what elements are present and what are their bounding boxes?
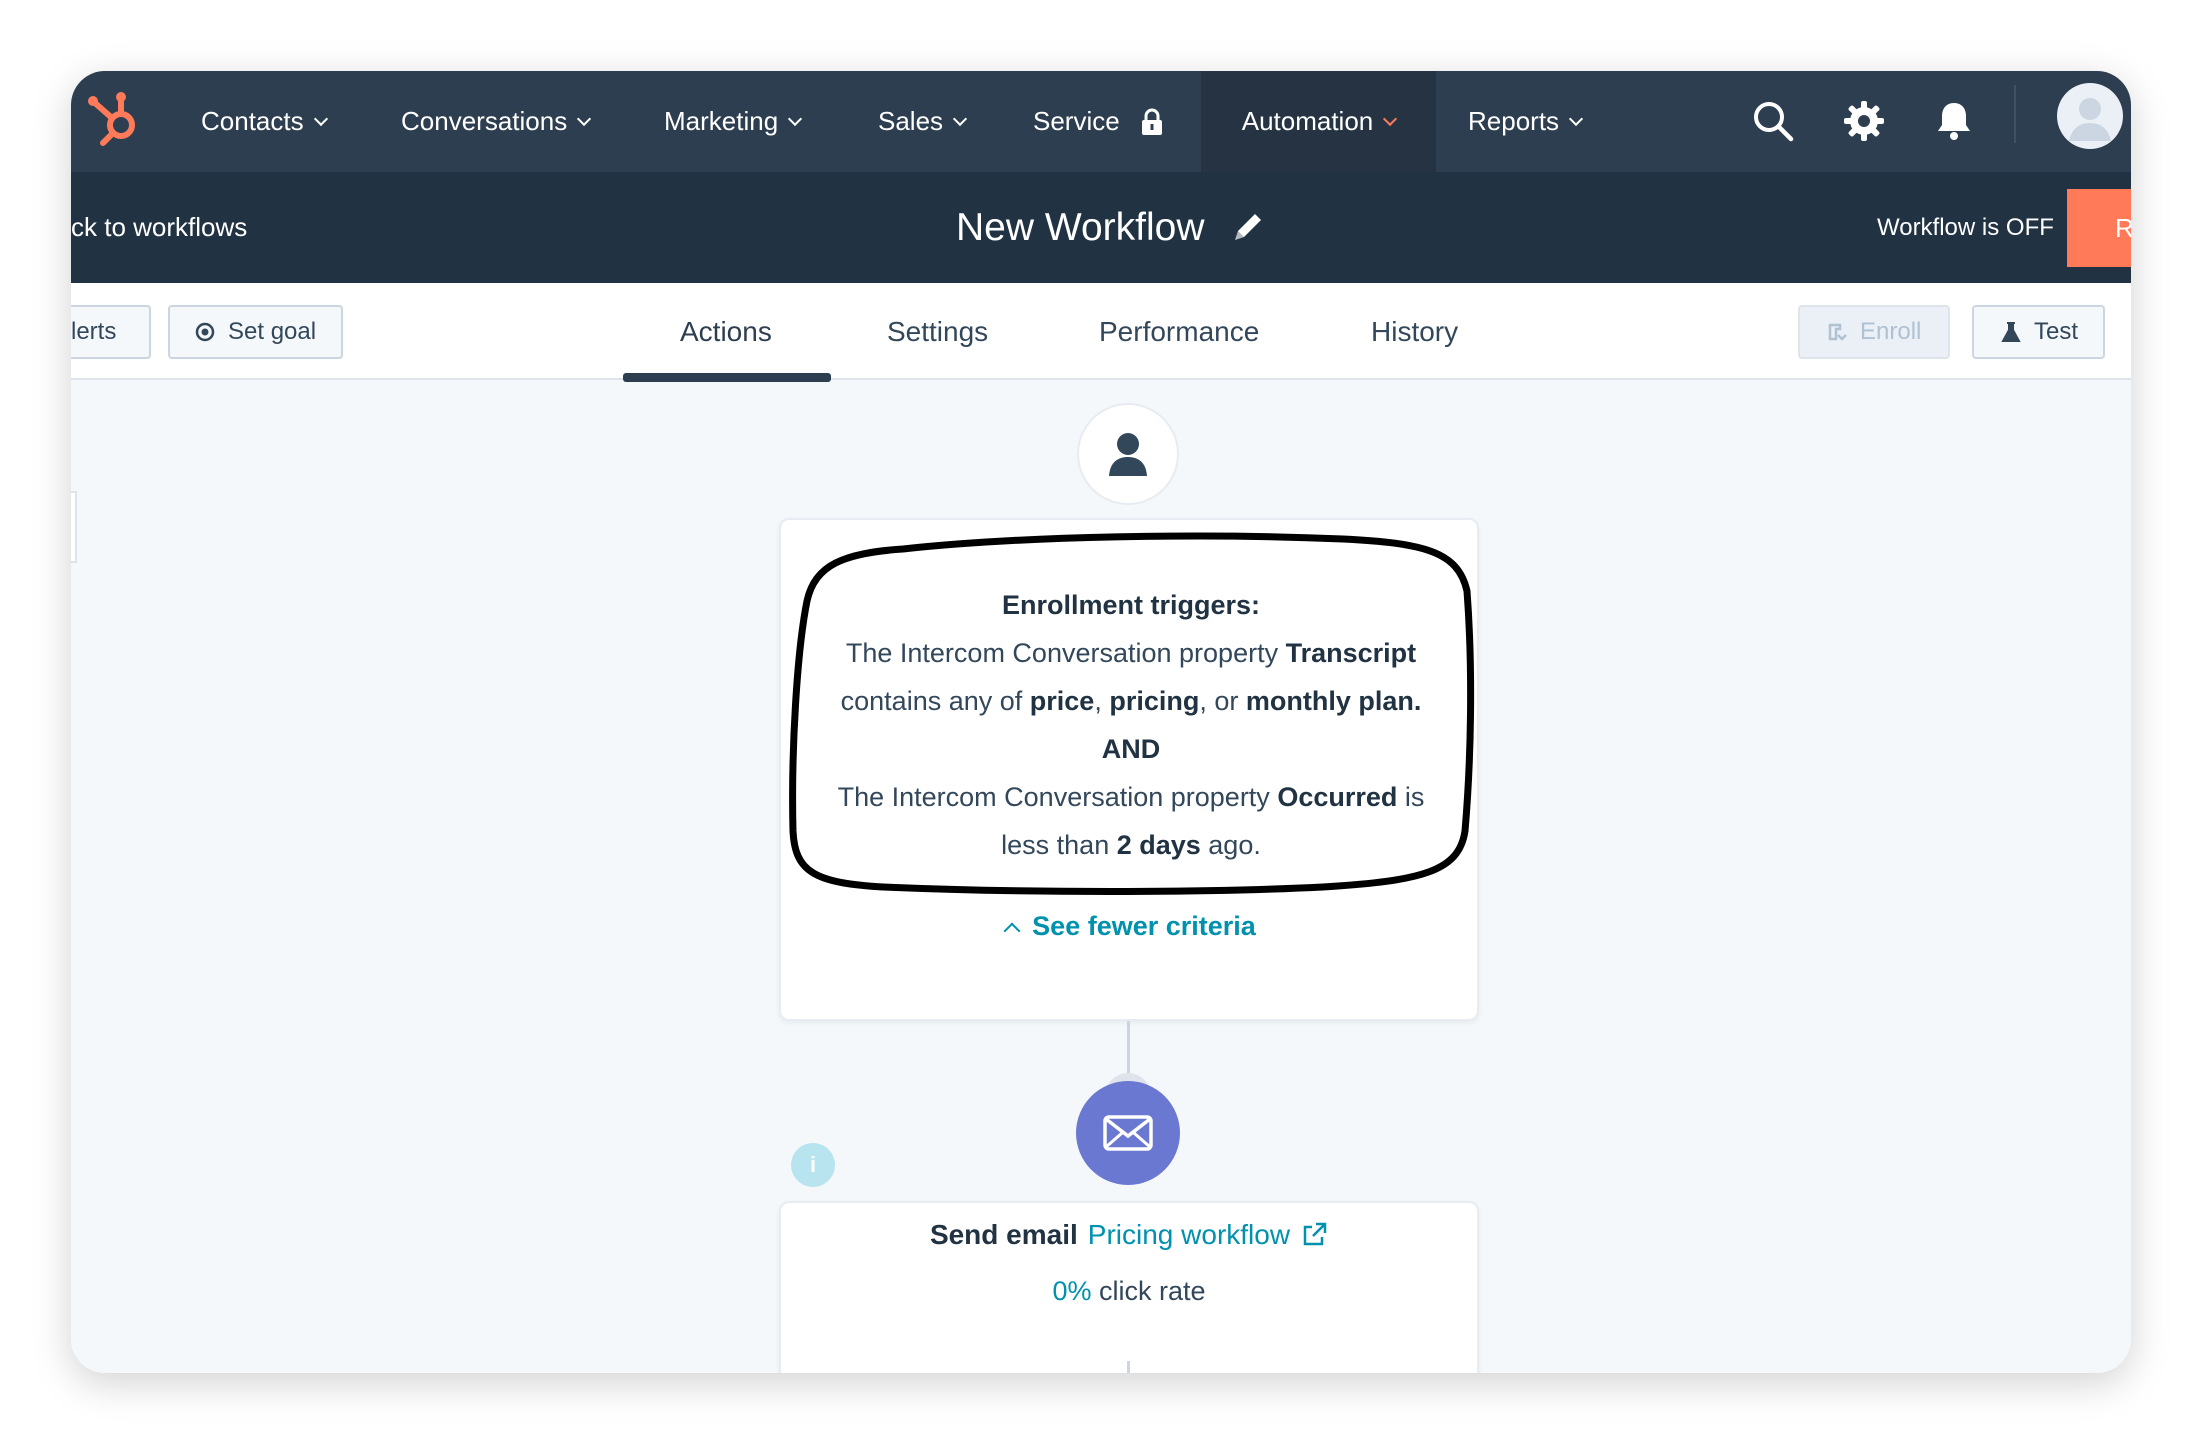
nav-conversations-label: Conversations <box>401 106 568 136</box>
nav-contacts-label: Contacts <box>201 106 304 136</box>
criteria-property: Transcript <box>1285 638 1417 668</box>
nav-marketing[interactable]: Marketing <box>664 71 803 172</box>
workflow-header: ck to workflows New Workflow Workflow is… <box>71 172 2131 283</box>
criteria-text: ago. <box>1200 830 1261 860</box>
set-goal-label: Set goal <box>228 318 317 345</box>
nav-sales-label: Sales <box>878 106 944 136</box>
criteria-value: price <box>1029 686 1095 716</box>
click-rate-value: 0% <box>1052 1276 1092 1306</box>
see-fewer-label: See fewer criteria <box>1032 911 1256 941</box>
envelope-icon <box>1103 1115 1153 1151</box>
chevron-down-icon <box>788 111 803 126</box>
contact-trigger-badge <box>1077 403 1179 505</box>
enroll-button[interactable]: Enroll <box>1798 305 1950 359</box>
chevron-down-icon <box>1568 111 1584 126</box>
active-tab-indicator <box>623 373 831 382</box>
criteria-text: , or <box>1199 686 1246 716</box>
criteria-value: 2 days <box>1116 830 1201 860</box>
nav-marketing-label: Marketing <box>664 106 779 136</box>
workflow-status: Workflow is OFF <box>1877 213 2054 241</box>
beaker-icon <box>2001 322 2021 342</box>
nav-service-label: Service <box>1033 106 1120 136</box>
nav-contacts[interactable]: Contacts <box>201 71 328 172</box>
criteria-text: The Intercom Conversation property <box>837 782 1278 812</box>
person-icon <box>1109 433 1147 476</box>
criteria-text: contains any of <box>840 686 1030 716</box>
criteria-text: is <box>1397 782 1425 812</box>
bell-icon[interactable] <box>1931 98 1977 144</box>
chevron-down-icon <box>577 111 592 126</box>
criteria-value: monthly plan. <box>1245 686 1422 716</box>
top-navigation: Contacts Conversations Marketing Sales S… <box>71 71 2131 172</box>
tab-settings[interactable]: Settings <box>887 283 988 380</box>
see-fewer-criteria-link[interactable]: See fewer criteria <box>771 911 1491 942</box>
app-window: Contacts Conversations Marketing Sales S… <box>71 71 2131 1373</box>
chevron-down-icon <box>1383 111 1398 126</box>
click-rate: 0% click rate <box>779 1276 1479 1307</box>
email-action-badge <box>1076 1081 1180 1185</box>
test-label: Test <box>2034 318 2079 345</box>
search-icon[interactable] <box>1750 98 1796 144</box>
criteria-text: , <box>1094 686 1110 716</box>
review-button-label: R <box>2115 212 2131 243</box>
info-icon[interactable]: i <box>791 1143 835 1187</box>
criteria-and: AND <box>1101 734 1161 764</box>
trigger-heading: Enrollment triggers: <box>1001 590 1261 620</box>
lock-icon <box>1141 108 1162 135</box>
tab-history[interactable]: History <box>1371 283 1458 380</box>
hubspot-logo-icon[interactable] <box>81 85 153 157</box>
criteria-property: Occurred <box>1277 782 1398 812</box>
nav-divider <box>2014 85 2016 143</box>
test-button[interactable]: Test <box>1972 305 2105 359</box>
gear-icon[interactable] <box>1841 98 1887 144</box>
send-email-summary: Send email Pricing workflow <box>779 1219 1479 1251</box>
connector-line <box>1127 1361 1130 1373</box>
pencil-icon[interactable] <box>1229 210 1265 246</box>
alerts-button[interactable]: lerts <box>71 305 151 359</box>
set-goal-button[interactable]: Set goal <box>168 305 343 359</box>
target-icon <box>195 322 215 342</box>
nav-reports[interactable]: Reports <box>1468 71 1584 172</box>
action-label: Send email <box>929 1219 1078 1250</box>
chevron-up-icon <box>1003 922 1021 939</box>
user-icon <box>2069 98 2111 141</box>
nav-conversations[interactable]: Conversations <box>401 71 592 172</box>
pricing-workflow-link[interactable]: Pricing workflow <box>1088 1219 1290 1251</box>
trigger-criteria: Enrollment triggers: The Intercom Conver… <box>811 581 1451 869</box>
chevron-down-icon <box>313 111 328 126</box>
tab-actions[interactable]: Actions <box>680 283 772 380</box>
criteria-text: less than <box>1001 830 1117 860</box>
click-rate-label: click rate <box>1091 1276 1206 1306</box>
toolbar: lerts Set goal Actions Settings Performa… <box>71 283 2131 380</box>
criteria-text: The Intercom Conversation property <box>845 638 1286 668</box>
nav-sales[interactable]: Sales <box>878 71 968 172</box>
avatar[interactable] <box>2057 83 2123 149</box>
chevron-down-icon <box>952 111 968 126</box>
nav-service[interactable]: Service <box>1033 71 1164 172</box>
page-title: New Workflow <box>956 172 1265 283</box>
enroll-icon <box>1828 323 1847 341</box>
back-to-workflows-link[interactable]: ck to workflows <box>71 172 247 283</box>
nav-automation[interactable]: Automation <box>1201 71 1436 172</box>
nav-reports-label: Reports <box>1468 106 1560 136</box>
nav-automation-label: Automation <box>1241 106 1374 136</box>
side-panel-edge[interactable] <box>71 491 77 563</box>
enroll-label: Enroll <box>1860 318 1922 345</box>
criteria-value: pricing <box>1109 686 1200 716</box>
external-link-icon[interactable] <box>1300 1221 1328 1249</box>
review-publish-button[interactable]: R <box>2067 189 2131 267</box>
alerts-button-label: lerts <box>71 318 117 345</box>
workflow-title: New Workflow <box>956 205 1205 249</box>
tab-performance[interactable]: Performance <box>1099 283 1259 380</box>
